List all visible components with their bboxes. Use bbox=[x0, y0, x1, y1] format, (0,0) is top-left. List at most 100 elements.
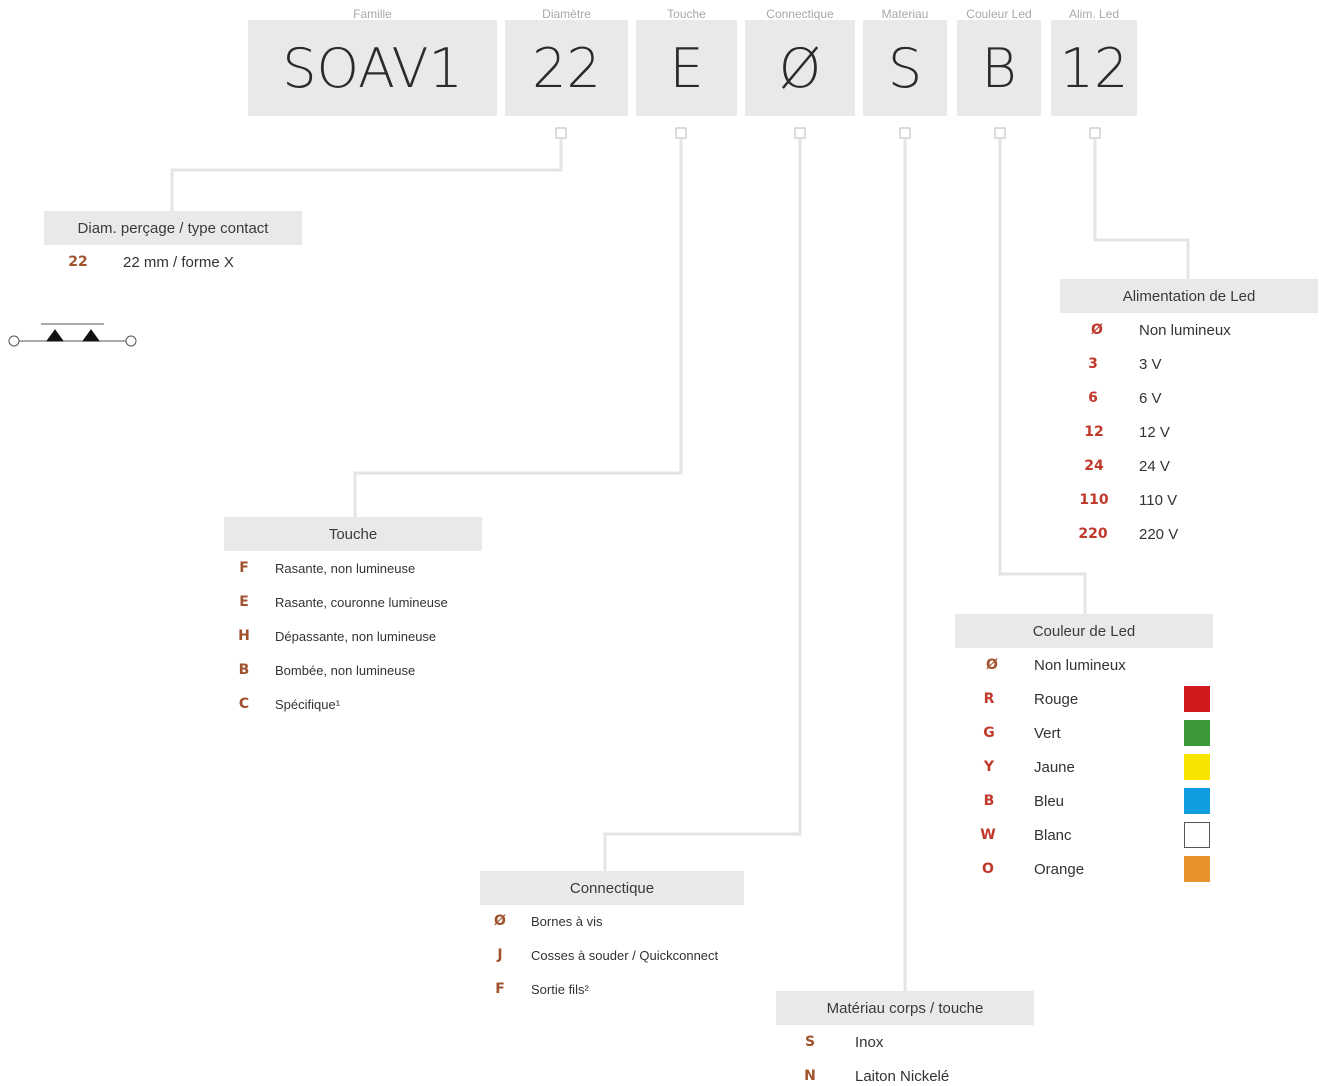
alim-node bbox=[1089, 127, 1101, 139]
connectique-panel: Connectique Ø Bornes à vis J Cosses à so… bbox=[480, 871, 744, 1006]
materiau-panel-title: Matériau corps / touche bbox=[776, 991, 1034, 1025]
option-code: 24 bbox=[1084, 458, 1104, 474]
list-item: 3 3 V bbox=[1060, 354, 1318, 374]
list-item: W Blanc bbox=[955, 822, 1213, 848]
option-code: W bbox=[980, 827, 996, 843]
diametre-node bbox=[555, 127, 567, 139]
segment-value-touche: E bbox=[636, 20, 737, 116]
list-item: F Sortie fils² bbox=[480, 979, 744, 999]
option-description: Bombée, non lumineuse bbox=[275, 662, 416, 678]
segment-value-diametre: 22 bbox=[505, 20, 628, 116]
option-description: 110 V bbox=[1139, 491, 1178, 509]
option-code: O bbox=[982, 861, 994, 877]
segment-value-couleur: B bbox=[957, 20, 1041, 116]
option-code: B bbox=[238, 662, 250, 678]
option-description: 24 V bbox=[1139, 457, 1170, 475]
list-item: 6 6 V bbox=[1060, 388, 1318, 408]
option-code: 110 bbox=[1079, 492, 1109, 508]
list-item: 22 22 mm / forme X bbox=[44, 252, 302, 272]
connectique-connector bbox=[603, 139, 802, 871]
list-item: N Laiton Nickelé bbox=[776, 1066, 1034, 1086]
segment-value-connectique: Ø bbox=[745, 20, 855, 116]
touche-panel: Touche F Rasante, non lumineuse E Rasant… bbox=[224, 517, 482, 717]
option-description: Dépassante, non lumineuse bbox=[275, 628, 437, 644]
option-code: F bbox=[239, 560, 249, 576]
list-item: 12 12 V bbox=[1060, 422, 1318, 442]
option-description: Rouge bbox=[1034, 690, 1079, 708]
segment-value-famille: SOAV1 bbox=[248, 20, 497, 116]
alim-connector bbox=[1093, 139, 1190, 279]
option-description: Orange bbox=[1034, 860, 1085, 878]
option-description: 6 V bbox=[1139, 389, 1162, 407]
couleur-panel: Couleur de Led Ø Non lumineux R Rouge G … bbox=[955, 614, 1213, 889]
diametre-connector bbox=[170, 139, 563, 211]
option-description: Non lumineux bbox=[1034, 656, 1126, 674]
list-item: R Rouge bbox=[955, 686, 1213, 712]
option-description: Inox bbox=[855, 1033, 884, 1051]
option-code: G bbox=[983, 725, 995, 741]
segment-label-couleur: Couleur Led bbox=[966, 7, 1032, 21]
list-item: B Bleu bbox=[955, 788, 1213, 814]
option-code: 22 bbox=[68, 254, 88, 270]
option-code: E bbox=[239, 594, 249, 610]
option-code: Ø bbox=[1091, 322, 1103, 338]
list-item: 220 220 V bbox=[1060, 524, 1318, 544]
touche-node bbox=[675, 127, 687, 139]
option-code: J bbox=[497, 947, 503, 963]
diametre-panel-title: Diam. perçage / type contact bbox=[44, 211, 302, 245]
segment-label-materiau: Materiau bbox=[881, 7, 929, 21]
option-description: 3 V bbox=[1139, 355, 1162, 373]
list-item: Ø Bornes à vis bbox=[480, 911, 744, 931]
option-description: Cosses à souder / Quickconnect bbox=[531, 947, 719, 963]
materiau-panel: Matériau corps / touche S Inox N Laiton … bbox=[776, 991, 1034, 1085]
option-description: 220 V bbox=[1139, 525, 1179, 543]
list-item: F Rasante, non lumineuse bbox=[224, 558, 482, 578]
option-code: S bbox=[804, 1034, 816, 1050]
yellow-swatch-icon bbox=[1184, 754, 1210, 780]
list-item: Ø Non lumineux bbox=[955, 655, 1213, 675]
green-swatch-icon bbox=[1184, 720, 1210, 746]
list-item: H Dépassante, non lumineuse bbox=[224, 626, 482, 646]
option-description: Blanc bbox=[1034, 826, 1072, 844]
segment-label-alim: Alim. Led bbox=[1068, 7, 1120, 21]
option-description: 22 mm / forme X bbox=[123, 253, 234, 271]
segment-label-touche: Touche bbox=[667, 7, 706, 21]
option-code: B bbox=[983, 793, 995, 809]
couleur-panel-title: Couleur de Led bbox=[955, 614, 1213, 648]
list-item: S Inox bbox=[776, 1032, 1034, 1052]
option-description: Rasante, non lumineuse bbox=[275, 560, 416, 576]
list-item: E Rasante, couronne lumineuse bbox=[224, 592, 482, 612]
connectique-panel-title: Connectique bbox=[480, 871, 744, 905]
diametre-panel: Diam. perçage / type contact 22 22 mm / … bbox=[44, 211, 302, 281]
option-code: 3 bbox=[1088, 356, 1098, 372]
list-item: Ø Non lumineux bbox=[1060, 320, 1318, 340]
white-swatch-icon bbox=[1184, 822, 1210, 848]
segment-value-alim: 12 bbox=[1051, 20, 1137, 116]
touche-panel-title: Touche bbox=[224, 517, 482, 551]
option-code: 6 bbox=[1088, 390, 1098, 406]
option-description: Laiton Nickelé bbox=[855, 1067, 950, 1085]
orange-swatch-icon bbox=[1184, 856, 1210, 882]
option-description: Bleu bbox=[1034, 792, 1065, 810]
list-item: G Vert bbox=[955, 720, 1213, 746]
list-item: Y Jaune bbox=[955, 754, 1213, 780]
list-item: 110 110 V bbox=[1060, 490, 1318, 510]
option-description: Jaune bbox=[1034, 758, 1075, 776]
couleur-node bbox=[994, 127, 1006, 139]
option-code: R bbox=[983, 691, 995, 707]
option-description: Spécifique¹ bbox=[275, 696, 341, 712]
blue-swatch-icon bbox=[1184, 788, 1210, 814]
list-item: 24 24 V bbox=[1060, 456, 1318, 476]
option-code: H bbox=[238, 628, 250, 644]
option-code: N bbox=[804, 1068, 816, 1084]
list-item: O Orange bbox=[955, 856, 1213, 882]
touche-connector bbox=[353, 139, 683, 517]
red-swatch-icon bbox=[1184, 686, 1210, 712]
materiau-node bbox=[899, 127, 911, 139]
option-description: Vert bbox=[1034, 724, 1061, 742]
option-code: Ø bbox=[494, 913, 506, 929]
list-item: J Cosses à souder / Quickconnect bbox=[480, 945, 744, 965]
list-item: B Bombée, non lumineuse bbox=[224, 660, 482, 680]
option-code: C bbox=[238, 696, 250, 712]
option-code: Ø bbox=[986, 657, 998, 673]
